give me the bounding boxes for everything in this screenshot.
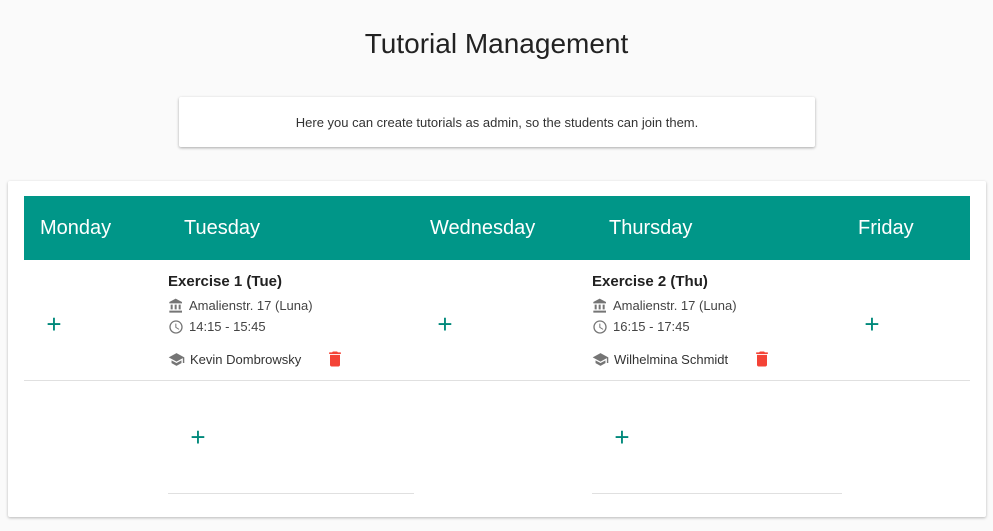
building-icon [169, 298, 182, 313]
tutorial-title: Exercise 2 (Thu) [592, 273, 708, 290]
graduation-cap-icon [592, 352, 609, 366]
row-divider [24, 380, 970, 381]
day-header-monday: Monday [40, 217, 112, 239]
tutorial-footer: Kevin Dombrowsky [168, 348, 418, 370]
trash-icon[interactable] [325, 348, 345, 370]
building-icon [593, 298, 606, 313]
trash-icon[interactable] [752, 348, 772, 370]
day-header-thursday: Thursday [609, 217, 693, 239]
day-header-friday: Friday [858, 217, 914, 239]
timetable-header: Monday Tuesday Wednesday Thursday Friday [24, 196, 970, 260]
slot-divider-thursday [592, 493, 842, 494]
tutorial-card-tuesday[interactable]: Exercise 1 (Tue) Amalienstr. 17 (Luna) 1… [168, 272, 418, 370]
add-tutorial-button-monday[interactable]: + [42, 311, 66, 337]
day-header-tuesday: Tuesday [184, 217, 260, 239]
graduation-cap-icon [168, 352, 185, 366]
page-title: Tutorial Management [364, 28, 629, 59]
tutorial-title: Exercise 1 (Tue) [168, 273, 282, 290]
clock-icon [593, 319, 607, 334]
tutor-name: Wilhelmina Schmidt [614, 351, 729, 367]
tutor-name: Kevin Dombrowsky [190, 351, 302, 367]
timetable-card: Monday Tuesday Wednesday Thursday Friday… [8, 181, 986, 517]
delete-tutorial-button[interactable] [325, 348, 345, 370]
info-card: Here you can create tutorials as admin, … [179, 97, 815, 147]
add-tutorial-button-tuesday[interactable]: + [186, 424, 210, 450]
info-text: Here you can create tutorials as admin, … [295, 114, 699, 130]
tutorial-location: Amalienstr. 17 (Luna) [168, 295, 418, 316]
day-header-wednesday: Wednesday [430, 217, 536, 239]
tutorial-card-thursday[interactable]: Exercise 2 (Thu) Amalienstr. 17 (Luna) 1… [592, 272, 842, 370]
clock-icon [169, 319, 183, 334]
tutorial-time: 16:15 - 17:45 [592, 316, 842, 337]
add-tutorial-button-wednesday[interactable]: + [433, 311, 457, 337]
tutorial-footer: Wilhelmina Schmidt [592, 348, 842, 370]
tutorial-time: 14:15 - 15:45 [168, 316, 418, 337]
add-tutorial-button-friday[interactable]: + [860, 311, 884, 337]
add-tutorial-button-thursday[interactable]: + [610, 424, 634, 450]
delete-tutorial-button[interactable] [752, 348, 772, 370]
tutorial-location: Amalienstr. 17 (Luna) [592, 295, 842, 316]
slot-divider-tuesday [168, 493, 414, 494]
